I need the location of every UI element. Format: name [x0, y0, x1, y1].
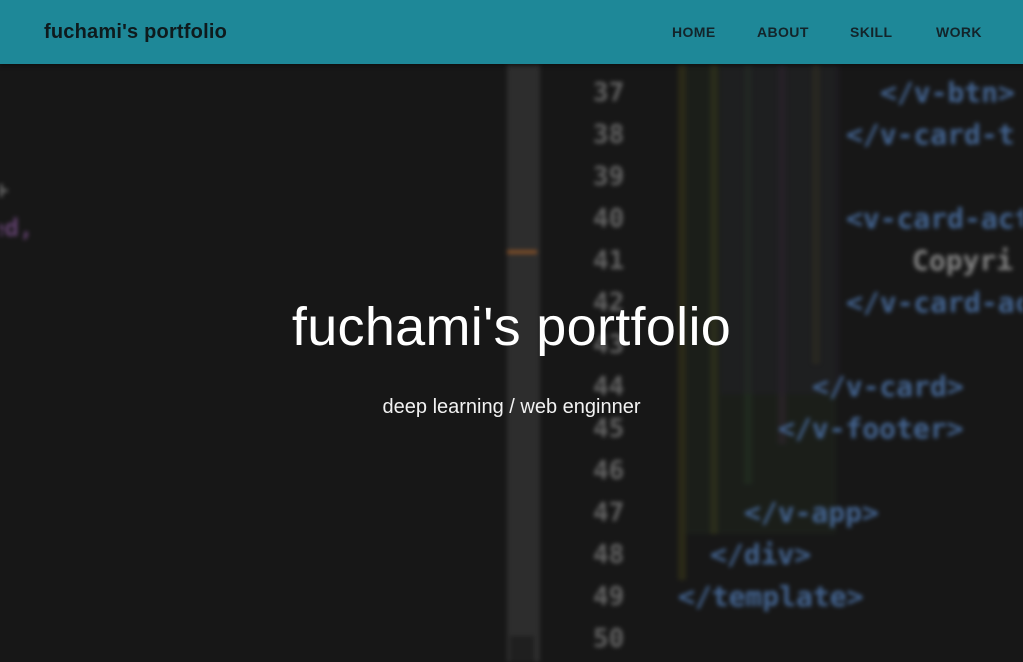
site-brand[interactable]: fuchami's portfolio	[44, 0, 227, 64]
nav-work-link[interactable]: WORK	[936, 0, 982, 64]
nav-skill-link[interactable]: SKILL	[850, 0, 892, 64]
nav-home-link[interactable]: HOME	[672, 0, 716, 64]
top-app-bar: fuchami's portfolio HOME ABOUT SKILL WOR…	[0, 0, 1023, 64]
hero-title: fuchami's portfolio	[291, 297, 732, 357]
background-overlay	[0, 64, 1023, 662]
nav-about-link[interactable]: ABOUT	[757, 0, 809, 64]
hero-subtitle: deep learning / web enginner	[382, 396, 641, 418]
